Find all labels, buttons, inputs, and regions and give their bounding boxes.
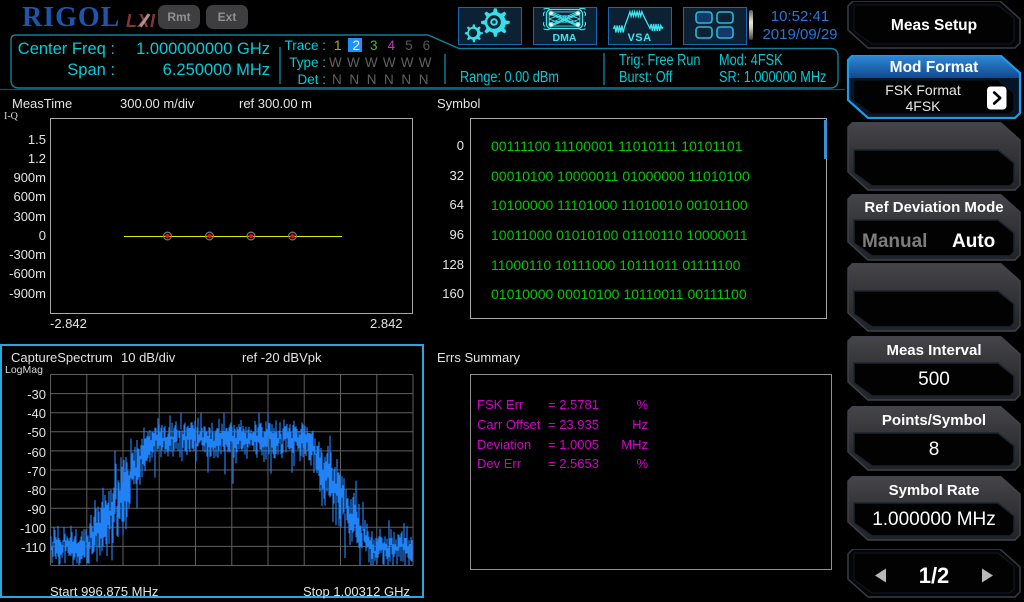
svg-text:VSA: VSA: [627, 32, 651, 43]
svg-text:DMA: DMA: [553, 32, 577, 43]
